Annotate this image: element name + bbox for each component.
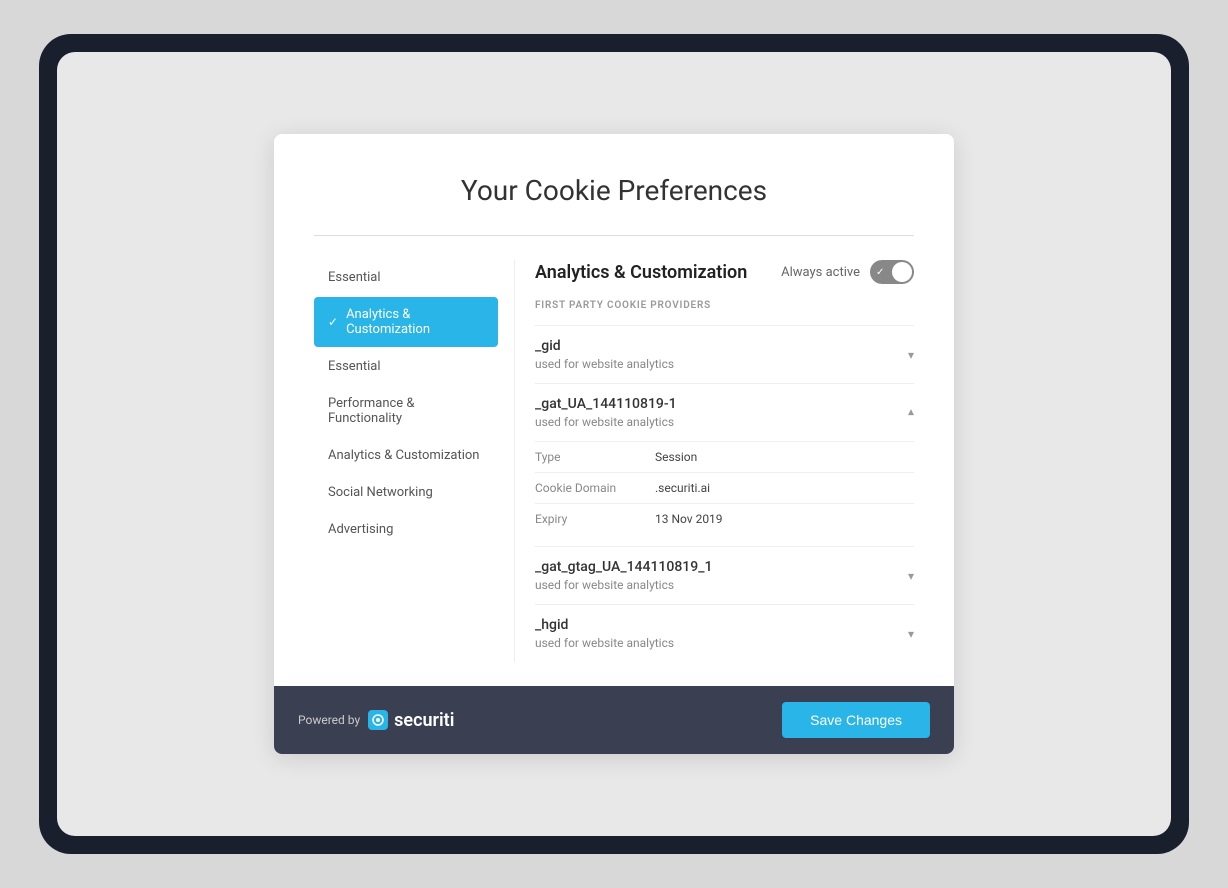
sidebar: Essential ✓ Analytics & Customization Es… [314, 260, 514, 662]
sidebar-item-performance[interactable]: Performance & Functionality [314, 386, 498, 436]
cookie-name-gat-ua: _gat_UA_144110819-1 [535, 396, 677, 412]
cookie-info-hgid: _hgid used for website analytics [535, 617, 674, 650]
device-inner: Your Cookie Preferences Essential ✓ Anal… [57, 52, 1171, 836]
chevron-down-icon-gat-gtag: ▾ [908, 569, 914, 583]
always-active-label: Always active [781, 265, 860, 280]
detail-value-expiry: 13 Nov 2019 [655, 512, 723, 526]
detail-row-domain: Cookie Domain .securiti.ai [535, 472, 914, 503]
save-changes-button[interactable]: Save Changes [782, 702, 930, 738]
securiti-icon [368, 710, 388, 730]
chevron-down-icon-gid: ▾ [908, 348, 914, 362]
modal-body: Your Cookie Preferences Essential ✓ Anal… [274, 134, 954, 662]
modal-footer: Powered by securiti Save Changes [274, 686, 954, 754]
content-area: Essential ✓ Analytics & Customization Es… [314, 260, 914, 662]
cookie-row-gat-ua[interactable]: _gat_UA_144110819-1 used for website ana… [535, 396, 914, 429]
sidebar-item-essential-bottom[interactable]: Essential [314, 349, 498, 384]
device-frame: Your Cookie Preferences Essential ✓ Anal… [39, 34, 1189, 854]
cookie-name-gid: _gid [535, 338, 674, 354]
cookie-row-gat-gtag[interactable]: _gat_gtag_UA_144110819_1 used for websit… [535, 559, 914, 592]
cookie-details-gat-ua: Type Session Cookie Domain .securiti.ai … [535, 441, 914, 534]
cookie-desc-hgid: used for website analytics [535, 636, 674, 650]
toggle-switch[interactable]: ✓ [870, 260, 914, 284]
toggle-check-icon: ✓ [876, 267, 884, 278]
sidebar-item-analytics-2[interactable]: Analytics & Customization [314, 438, 498, 473]
chevron-down-icon-hgid: ▾ [908, 627, 914, 641]
cookie-desc-gat-ua: used for website analytics [535, 415, 677, 429]
providers-label: FIRST PARTY COOKIE PROVIDERS [535, 300, 914, 311]
cookie-item-gat-gtag: _gat_gtag_UA_144110819_1 used for websit… [535, 546, 914, 604]
modal-title: Your Cookie Preferences [314, 174, 914, 207]
cookie-preferences-modal: Your Cookie Preferences Essential ✓ Anal… [274, 134, 954, 754]
detail-value-type: Session [655, 450, 697, 464]
cookie-desc-gid: used for website analytics [535, 357, 674, 371]
cookie-info-gid: _gid used for website analytics [535, 338, 674, 371]
sidebar-item-essential-top[interactable]: Essential [314, 260, 498, 295]
check-icon: ✓ [328, 315, 338, 329]
cookie-item-hgid: _hgid used for website analytics ▾ [535, 604, 914, 662]
detail-label-expiry: Expiry [535, 512, 655, 526]
cookie-info-gat-ua: _gat_UA_144110819-1 used for website ana… [535, 396, 677, 429]
main-content: Analytics & Customization Always active … [514, 260, 914, 662]
sidebar-item-analytics-active[interactable]: ✓ Analytics & Customization [314, 297, 498, 347]
cookie-item-gid: _gid used for website analytics ▾ [535, 325, 914, 383]
cookie-row-hgid[interactable]: _hgid used for website analytics ▾ [535, 617, 914, 650]
sidebar-item-social[interactable]: Social Networking [314, 475, 498, 510]
securiti-logo: securiti [368, 710, 454, 731]
section-title: Analytics & Customization [535, 262, 747, 283]
cookie-info-gat-gtag: _gat_gtag_UA_144110819_1 used for websit… [535, 559, 712, 592]
cookie-name-gat-gtag: _gat_gtag_UA_144110819_1 [535, 559, 712, 575]
chevron-up-icon-gat-ua: ▾ [908, 406, 914, 420]
sidebar-item-advertising[interactable]: Advertising [314, 512, 498, 547]
divider [314, 235, 914, 236]
powered-by: Powered by securiti [298, 710, 454, 731]
cookie-item-gat-ua: _gat_UA_144110819-1 used for website ana… [535, 383, 914, 546]
detail-row-type: Type Session [535, 441, 914, 472]
section-header: Analytics & Customization Always active … [535, 260, 914, 284]
cookie-row-gid[interactable]: _gid used for website analytics ▾ [535, 338, 914, 371]
detail-label-type: Type [535, 450, 655, 464]
detail-label-domain: Cookie Domain [535, 481, 655, 495]
cookie-name-hgid: _hgid [535, 617, 674, 633]
toggle-knob [892, 262, 912, 282]
powered-by-text: Powered by [298, 713, 360, 727]
detail-value-domain: .securiti.ai [655, 481, 710, 495]
securiti-brand-name: securiti [394, 710, 454, 731]
cookie-desc-gat-gtag: used for website analytics [535, 578, 712, 592]
always-active-area: Always active ✓ [781, 260, 914, 284]
detail-row-expiry: Expiry 13 Nov 2019 [535, 503, 914, 534]
cookie-list: _gid used for website analytics ▾ [535, 325, 914, 662]
